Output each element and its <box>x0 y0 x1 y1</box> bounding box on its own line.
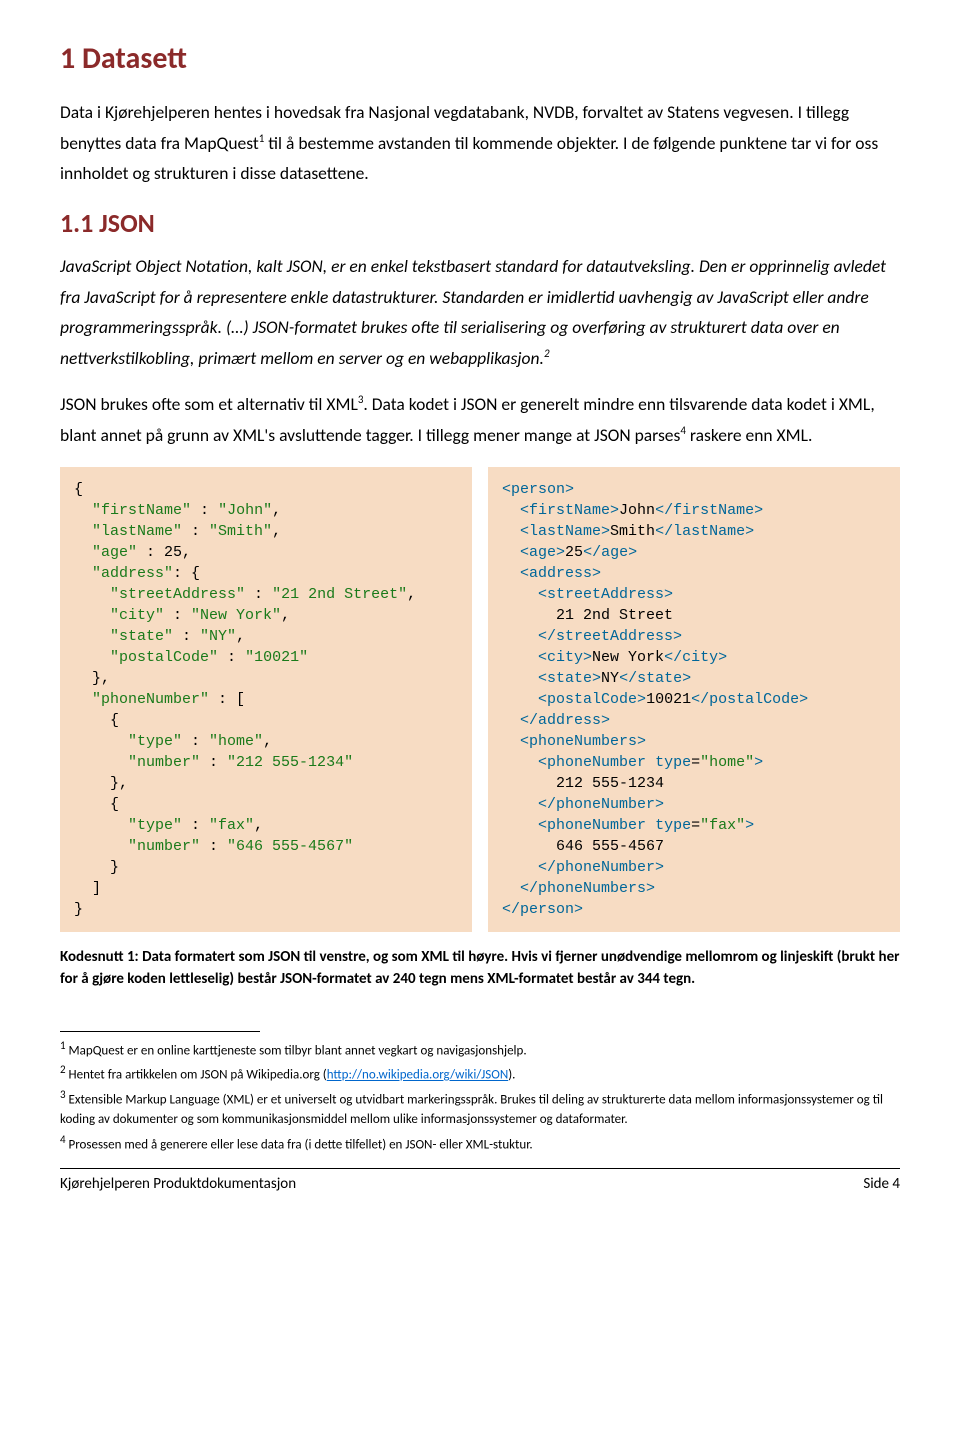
footnote-2: 2 Hentet fra artikkelen om JSON på Wikip… <box>60 1062 900 1085</box>
footer-separator <box>60 1168 900 1169</box>
text: JSON brukes ofte som et alternativ til X… <box>60 393 358 415</box>
heading-1: 1 Datasett <box>60 40 900 77</box>
text: Hentet fra artikkelen om JSON på Wikiped… <box>66 1068 327 1083</box>
json-code-block: { "firstName" : "John", "lastName" : "Sm… <box>60 467 472 932</box>
paragraph-json-desc: JavaScript Object Notation, kalt JSON, e… <box>60 251 900 374</box>
footer-title: Kjørehjelperen Produktdokumentasjon <box>60 1175 296 1193</box>
text: JavaScript Object Notation, kalt JSON, e… <box>60 255 886 369</box>
footnote-link[interactable]: http://no.wikipedia.org/wiki/JSON <box>327 1068 509 1083</box>
heading-2: 1.1 JSON <box>60 207 900 239</box>
xml-code-block: <person> <firstName>John</firstName> <la… <box>488 467 900 932</box>
text: Prosessen med å generere eller lese data… <box>66 1137 533 1152</box>
code-caption: Kodesnutt 1: Data formatert som JSON til… <box>60 946 900 991</box>
footnote-3: 3 Extensible Markup Language (XML) er et… <box>60 1087 900 1129</box>
page-footer: Kjørehjelperen Produktdokumentasjon Side… <box>60 1175 900 1213</box>
footer-page: Side 4 <box>863 1175 900 1193</box>
footnotes-separator <box>60 1031 260 1032</box>
footnote-ref-2: 2 <box>544 347 550 360</box>
text: MapQuest er en online karttjeneste som t… <box>66 1043 527 1058</box>
footnote-1: 1 MapQuest er en online karttjeneste som… <box>60 1038 900 1061</box>
text: ). <box>508 1068 515 1083</box>
text: raskere enn XML. <box>686 424 812 446</box>
paragraph-intro: Data i Kjørehjelperen hentes i hovedsak … <box>60 97 900 189</box>
footnote-4: 4 Prosessen med å generere eller lese da… <box>60 1132 900 1155</box>
code-comparison: { "firstName" : "John", "lastName" : "Sm… <box>60 467 900 932</box>
paragraph-json-xml: JSON brukes ofte som et alternativ til X… <box>60 389 900 450</box>
text: Extensible Markup Language (XML) er et u… <box>60 1093 883 1128</box>
